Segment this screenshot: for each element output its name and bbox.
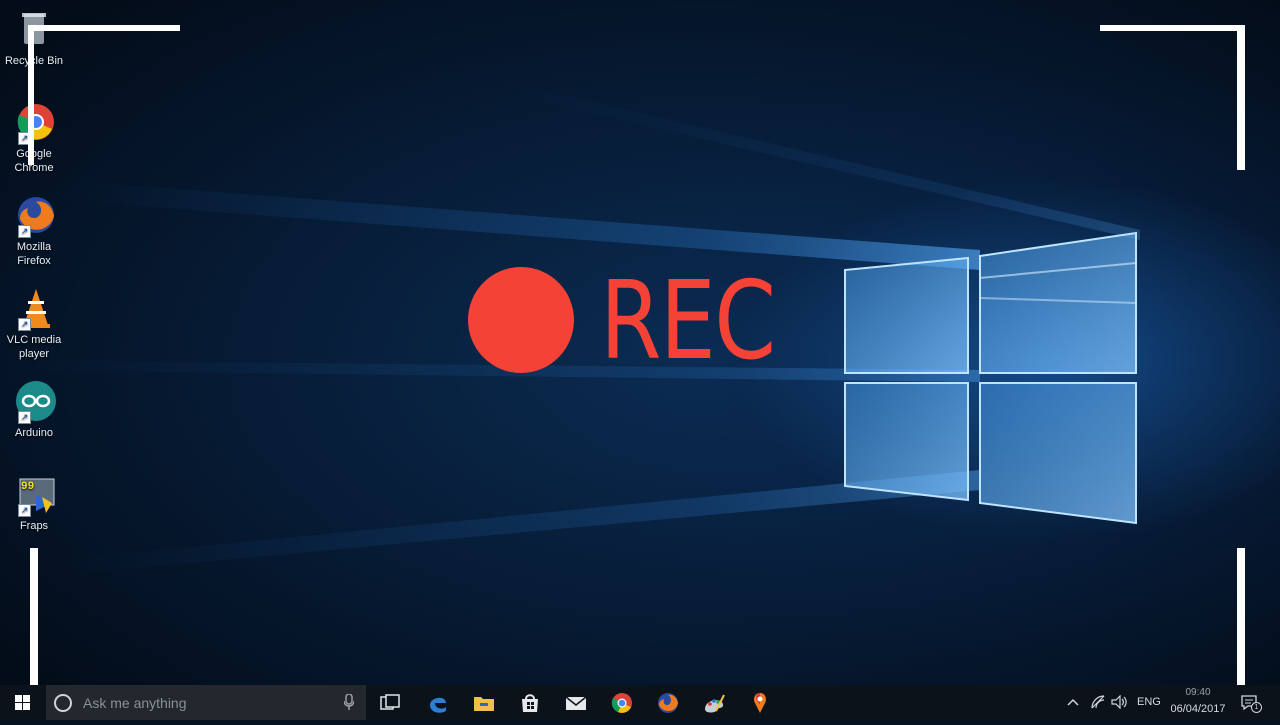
shortcut-arrow-icon: ↗ [18,411,31,424]
desktop-icon-google-chrome[interactable]: ↗ Google Chrome [4,101,64,175]
file-explorer-icon[interactable] [472,691,496,715]
desktop-background: Recycle Bin ↗ Google Chrome ↗ Mozilla Fi… [0,0,1280,685]
desktop-icon-fraps[interactable]: 99 ↗ Fraps [4,473,64,533]
cortana-icon [54,694,72,712]
clock-time: 09:40 [1185,687,1211,698]
desktop-icon-recycle-bin[interactable]: Recycle Bin [4,8,64,68]
desktop-icon-arduino[interactable]: ↗ Arduino [4,380,64,440]
shortcut-arrow-icon: ↗ [18,318,31,331]
clock[interactable]: 09:40 06/04/2017 [1163,688,1233,716]
viewfinder-corner-bottom-left [30,548,38,685]
viewfinder-corner-bottom-right [1237,548,1245,685]
desktop-icon-label: Arduino [15,427,53,439]
chevron-up-icon[interactable] [1066,696,1080,708]
windows-logo [840,228,1140,528]
desktop-icon-label: VLC media player [6,334,62,360]
recording-indicator-dot [468,267,574,373]
desktop-icon-mozilla-firefox[interactable]: ↗ Mozilla Firefox [4,194,64,268]
paint-icon[interactable] [702,691,726,715]
viewfinder-corner-top-right [1237,25,1245,170]
mail-icon[interactable] [564,691,588,715]
fraps-icon: 99 ↗ [12,473,56,517]
clock-date: 06/04/2017 [1170,703,1226,715]
viewfinder-corner-top-left [28,25,34,165]
windows-start-icon [15,695,30,710]
arduino-icon: ↗ [12,380,56,424]
firefox-icon: ↗ [12,194,56,238]
recording-label: REC [600,259,776,384]
viewfinder-corner-top-left [28,25,180,31]
language-indicator[interactable]: ENG [1137,696,1161,708]
shortcut-arrow-icon: ↗ [18,504,31,517]
network-icon[interactable] [1090,695,1106,709]
edge-icon[interactable] [426,691,450,715]
desktop-icon-label: Fraps [19,520,49,532]
taskbar: Ask me anything ENG 09:40 06/04/2017 1 [0,685,1280,720]
volume-icon[interactable] [1111,695,1129,709]
desktop-icon-vlc-media-player[interactable]: ↗ VLC media player [4,287,64,361]
vlc-icon: ↗ [12,287,56,331]
search-input[interactable]: Ask me anything [46,685,366,720]
search-placeholder: Ask me anything [83,695,187,711]
maps-icon[interactable] [748,691,772,715]
chrome-icon[interactable] [610,691,634,715]
task-view-icon[interactable] [378,691,402,715]
notification-count-badge: 1 [1251,702,1262,713]
start-button[interactable] [0,685,46,720]
desktop-icon-label: Recycle Bin [4,55,64,67]
chrome-icon: ↗ [12,101,56,145]
action-center-button[interactable]: 1 [1240,693,1262,713]
store-icon[interactable] [518,691,542,715]
desktop-icon-label: Google Chrome [14,148,54,174]
viewfinder-corner-top-right [1100,25,1245,31]
desktop-icon-label: Mozilla Firefox [16,241,52,267]
microphone-icon[interactable] [344,694,354,710]
shortcut-arrow-icon: ↗ [18,225,31,238]
firefox-icon[interactable] [656,691,680,715]
svg-text:99: 99 [21,481,34,493]
